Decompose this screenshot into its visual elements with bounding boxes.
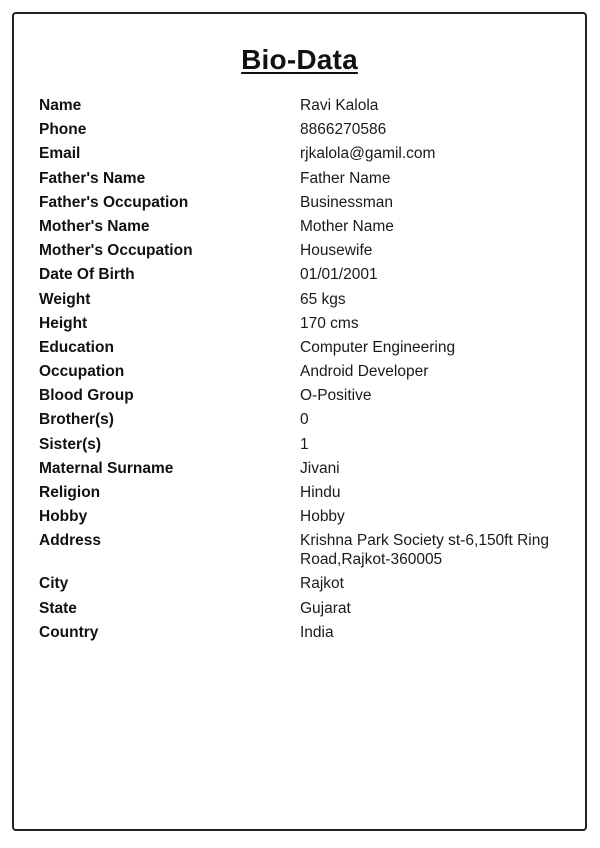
field-value: Father Name: [300, 169, 391, 187]
field-row-height: Height 170 cms: [39, 315, 565, 339]
field-row-fathers-occupation: Father's Occupation Businessman: [39, 194, 565, 218]
field-row-fathers-name: Father's Name Father Name: [39, 170, 565, 194]
field-label: Height: [39, 314, 88, 332]
field-row-name: Name Ravi Kalola: [39, 97, 565, 121]
field-row-address: Address Krishna Park Society st-6,150ft …: [39, 532, 565, 575]
field-value: Ravi Kalola: [300, 97, 379, 114]
field-label: Brother(s): [39, 411, 114, 429]
field-value: Housewife: [300, 242, 373, 260]
field-value: Krishna Park Society st-6,150ft Ring Roa…: [300, 532, 549, 568]
field-row-education: Education Computer Engineering: [39, 339, 565, 363]
field-row-phone: Phone 8866270586: [39, 121, 565, 145]
field-label: Date Of Birth: [39, 266, 135, 284]
field-label: Sister(s): [39, 435, 102, 453]
field-row-country: Country India: [39, 624, 565, 648]
field-label: Name: [39, 97, 82, 114]
field-label: Mother's Occupation: [39, 242, 193, 260]
field-label: Blood Group: [39, 387, 134, 405]
fields-list: Name Ravi Kalola Phone 8866270586 Email …: [39, 97, 565, 648]
field-row-mothers-occupation: Mother's Occupation Housewife: [39, 242, 565, 266]
field-label: Occupation: [39, 363, 125, 381]
field-value: Businessman: [300, 193, 394, 211]
field-row-maternal-surname: Maternal Surname Jivani: [39, 460, 565, 484]
field-label: Education: [39, 338, 114, 356]
page-title: Bio-Data: [14, 44, 585, 76]
page-title-text: Bio-Data: [241, 44, 358, 75]
field-label: City: [39, 575, 69, 593]
field-label: Phone: [39, 121, 87, 139]
field-value: 1: [300, 435, 309, 453]
field-value: Android Developer: [300, 363, 429, 381]
field-value: 8866270586: [300, 121, 387, 139]
field-row-date-of-birth: Date Of Birth 01/01/2001: [39, 266, 565, 290]
field-value: O-Positive: [300, 387, 372, 405]
field-value: 01/01/2001: [300, 266, 378, 284]
field-value: 65 kgs: [300, 290, 346, 308]
field-value: Hobby: [300, 508, 345, 526]
field-row-weight: Weight 65 kgs: [39, 291, 565, 315]
field-row-state: State Gujarat: [39, 600, 565, 624]
field-row-city: City Rajkot: [39, 575, 565, 599]
field-value: 170 cms: [300, 314, 359, 332]
field-row-mothers-name: Mother's Name Mother Name: [39, 218, 565, 242]
field-row-hobby: Hobby Hobby: [39, 508, 565, 532]
field-row-blood-group: Blood Group O-Positive: [39, 387, 565, 411]
field-value: rjkalola@gamil.com: [300, 145, 436, 163]
field-label: State: [39, 599, 77, 617]
field-row-brothers: Brother(s) 0: [39, 411, 565, 435]
field-value: Computer Engineering: [300, 338, 456, 356]
field-value: Mother Name: [300, 217, 394, 235]
field-row-email: Email rjkalola@gamil.com: [39, 145, 565, 169]
field-label: Email: [39, 145, 81, 163]
field-value: Hindu: [300, 484, 341, 501]
field-value: 0: [300, 411, 309, 429]
field-row-occupation: Occupation Android Developer: [39, 363, 565, 387]
field-value: India: [300, 623, 334, 641]
field-label: Hobby: [39, 508, 88, 526]
field-label: Religion: [39, 484, 101, 501]
field-label: Father's Name: [39, 169, 146, 187]
field-value: Jivani: [300, 459, 340, 477]
field-label: Address: [39, 532, 102, 550]
field-label: Country: [39, 623, 99, 641]
field-value: Gujarat: [300, 599, 351, 617]
field-value: Rajkot: [300, 575, 344, 593]
field-row-sisters: Sister(s) 1: [39, 436, 565, 460]
field-row-religion: Religion Hindu: [39, 484, 565, 508]
field-label: Father's Occupation: [39, 193, 189, 211]
biodata-page: Bio-Data Name Ravi Kalola Phone 88662705…: [12, 12, 587, 831]
field-label: Maternal Surname: [39, 459, 174, 477]
field-label: Mother's Name: [39, 217, 150, 235]
field-label: Weight: [39, 290, 91, 308]
